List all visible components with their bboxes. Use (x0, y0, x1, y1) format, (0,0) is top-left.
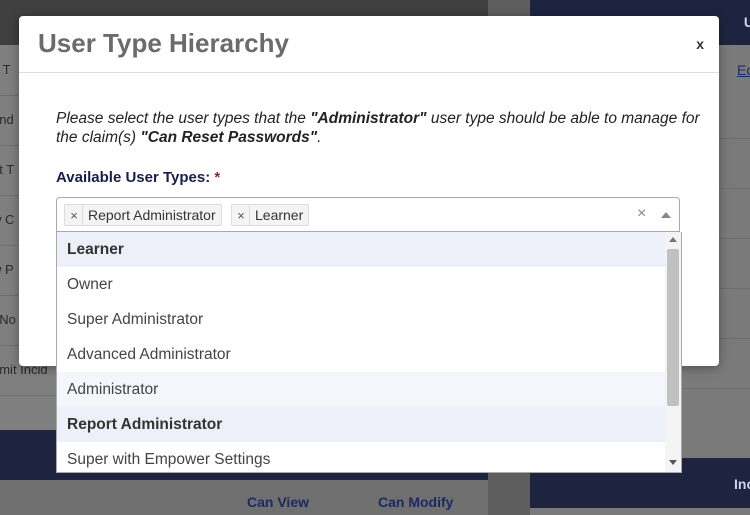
user-types-dropdown-list: Learner Owner Super Administrator Advanc… (56, 232, 682, 473)
claim-name: "Can Reset Passwords" (140, 129, 318, 146)
dropdown-arrow-up-icon[interactable] (661, 212, 671, 218)
option-super-with-empower-settings[interactable]: Super with Empower Settings (57, 442, 665, 472)
modal-header: User Type Hierarchy x (19, 16, 719, 73)
option-super-administrator[interactable]: Super Administrator (57, 302, 665, 337)
scroll-up-icon[interactable] (669, 237, 677, 242)
option-administrator[interactable]: Administrator (57, 372, 665, 407)
close-button[interactable]: x (696, 36, 704, 52)
clear-all-icon[interactable]: × (637, 205, 646, 223)
scroll-down-icon[interactable] (669, 460, 677, 465)
remove-chip-icon[interactable]: × (232, 206, 250, 226)
scrollbar-thumb[interactable] (667, 249, 679, 406)
background-edit-link: Ec (737, 62, 750, 78)
dropdown-scrollbar[interactable] (665, 232, 681, 472)
column-header-can-view: Can View (247, 494, 309, 510)
selected-chip-report-administrator: × Report Administrator (64, 204, 222, 226)
option-advanced-administrator[interactable]: Advanced Administrator (57, 337, 665, 372)
selected-chip-learner: × Learner (231, 204, 310, 226)
option-learner[interactable]: Learner (57, 232, 665, 267)
modal-title: User Type Hierarchy (38, 28, 289, 58)
user-type-name: "Administrator" (310, 110, 427, 127)
user-types-multiselect[interactable]: × Report Administrator × Learner × (56, 197, 680, 232)
column-header-can-modify: Can Modify (378, 494, 454, 510)
option-owner[interactable]: Owner (57, 267, 665, 302)
instruction-text: Please select the user types that the "A… (56, 110, 700, 146)
required-marker: * (214, 169, 221, 186)
available-user-types-label: Available User Types: * (56, 169, 221, 186)
option-report-administrator[interactable]: Report Administrator (57, 407, 665, 442)
remove-chip-icon[interactable]: × (65, 206, 83, 226)
